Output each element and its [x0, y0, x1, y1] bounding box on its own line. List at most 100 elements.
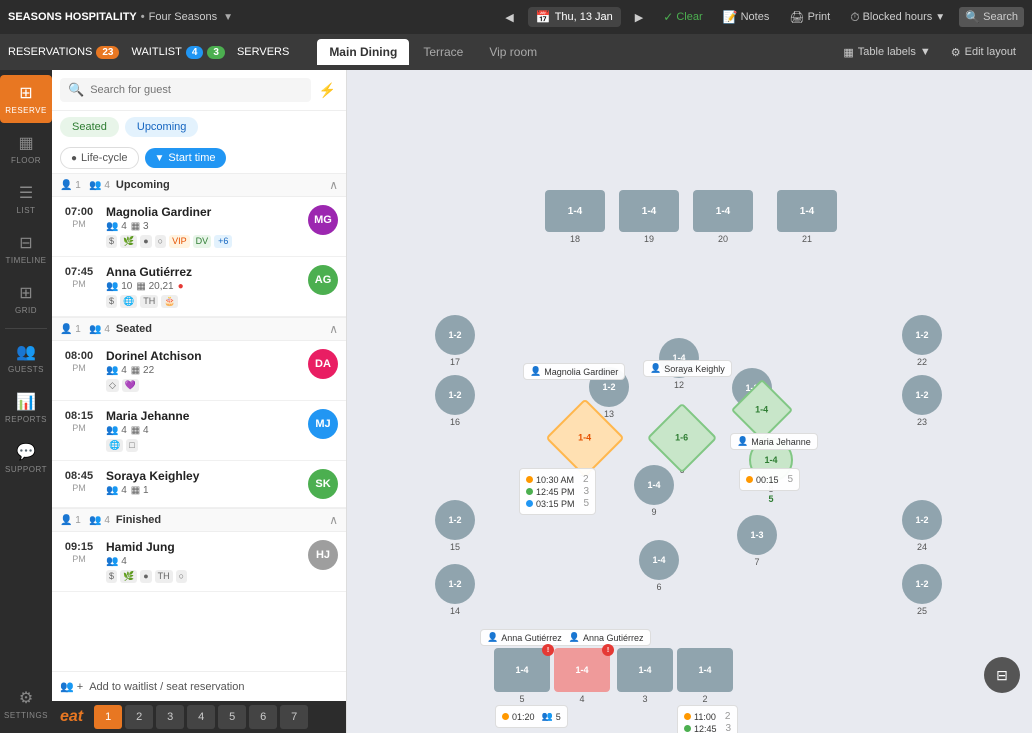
search-btn[interactable]: 🔍 Search: [959, 7, 1024, 27]
brand-season: Four Seasons: [149, 11, 217, 23]
page-5-btn[interactable]: 5: [218, 705, 246, 729]
tab-terrace[interactable]: Terrace: [411, 39, 475, 65]
res-meta: 👥 10 ▦ 20,21 ●: [106, 281, 300, 292]
finished-collapse-btn[interactable]: ∧: [329, 513, 338, 527]
notes-btn[interactable]: 📝 Notes: [717, 7, 776, 27]
search-input[interactable]: [90, 84, 302, 96]
search-icon: 🔍: [68, 82, 84, 98]
brand: SEASONS HOSPITALITY • Four Seasons ▼: [8, 11, 233, 23]
table-18[interactable]: 1-4 18: [545, 190, 605, 244]
time-dot-green: [526, 488, 533, 495]
sidebar-item-reserve[interactable]: ⊞ RESERVE: [0, 75, 52, 123]
lifecycle-btn[interactable]: ● Life-cycle: [60, 147, 139, 169]
sidebar-item-grid[interactable]: ⊞ GRID: [0, 275, 52, 323]
reservations-badge: RESERVATIONS 23: [8, 46, 119, 59]
res-item-maria[interactable]: 08:15 PM Maria Jehanne 👥 4 ▦ 4 🌐 □ MJ: [52, 401, 346, 461]
res-time: 08:00 PM: [60, 349, 98, 392]
table-19[interactable]: 1-4 19: [619, 190, 679, 244]
clock-icon: ▼: [155, 153, 165, 164]
page-3-btn[interactable]: 3: [156, 705, 184, 729]
reservation-list: 👤 1 👥 4 Upcoming ∧ 07:00 PM Magnolia Gar…: [52, 173, 346, 671]
upcoming-collapse-btn[interactable]: ∧: [329, 178, 338, 192]
clear-btn[interactable]: ✓ Clear: [657, 7, 708, 27]
res-item-soraya[interactable]: 08:45 PM Soraya Keighley 👥 4 ▦ 1 SK: [52, 461, 346, 508]
res-item-hamid[interactable]: 09:15 PM Hamid Jung 👥 4 $ 🌿 ● TH ○: [52, 532, 346, 592]
sidebar-divider: [5, 328, 47, 329]
time-info-box-4: 11:00 2 12:45 3 15:30 5: [677, 705, 738, 733]
add-waitlist-btn[interactable]: 👥 + Add to waitlist / seat reservation: [52, 671, 346, 701]
prev-date-btn[interactable]: ◀: [499, 8, 519, 27]
page-6-btn[interactable]: 6: [249, 705, 277, 729]
table-20[interactable]: 1-4 20: [693, 190, 753, 244]
date-btn[interactable]: 📅 Thu, 13 Jan: [528, 7, 621, 27]
anna-label: 👤 Anna Gutiérrez 👤 Anna Gutiérrez: [480, 629, 651, 646]
table-11b-diamond[interactable]: 1-4: [740, 388, 784, 432]
res-name: Anna Gutiérrez: [106, 265, 300, 279]
edit-layout-btn[interactable]: ⚙ Edit layout: [943, 42, 1024, 63]
table-6[interactable]: 1-4 6: [639, 540, 679, 592]
next-date-btn[interactable]: ▶: [629, 8, 649, 27]
table-12[interactable]: 1-4 12: [659, 338, 699, 390]
table-7[interactable]: 1-3 7: [737, 515, 777, 567]
sidebar-item-floor[interactable]: ▦ FLOOR: [0, 125, 52, 173]
avatar-magnolia: MG: [308, 205, 338, 235]
table-4[interactable]: 1-4 ! 4: [554, 648, 610, 704]
sidebar-item-list[interactable]: ☰ LIST: [0, 175, 52, 223]
res-meta: 👥 4 ▦ 3: [106, 221, 300, 232]
action-icon: ⊟: [996, 667, 1008, 684]
start-time-btn[interactable]: ▼ Start time: [145, 148, 226, 168]
table-21[interactable]: 1-4 21: [777, 190, 837, 244]
page-4-btn[interactable]: 4: [187, 705, 215, 729]
sidebar-item-timeline[interactable]: ⊟ TIMELINE: [0, 225, 52, 273]
floor-plan: 1-4 18 1-4 19 1-4 20 1-4 21: [347, 70, 1032, 733]
page-7-btn[interactable]: 7: [280, 705, 308, 729]
sidebar-item-guests[interactable]: 👥 GUESTS: [0, 334, 52, 382]
res-item-magnolia[interactable]: 07:00 PM Magnolia Gardiner 👥 4 ▦ 3 $ 🌿 ●…: [52, 197, 346, 257]
left-panel-header: 🔍 ⚡: [52, 70, 346, 111]
res-item-anna[interactable]: 07:45 PM Anna Gutiérrez 👥 10 ▦ 20,21 ● $…: [52, 257, 346, 317]
add-icon: 👥 +: [60, 680, 83, 693]
chevron-down-icon: ▼: [935, 12, 945, 23]
page-2-btn[interactable]: 2: [125, 705, 153, 729]
print-btn[interactable]: 🖨 Print: [783, 7, 836, 27]
search-box[interactable]: 🔍: [60, 78, 311, 102]
waitlist-count: 4: [186, 46, 204, 59]
time-info-box-1: 10:30 AM 2 12:45 PM 3 03:15 PM 5: [519, 468, 596, 515]
table-23[interactable]: 1-2 23: [902, 375, 942, 427]
page-1-btn[interactable]: 1: [94, 705, 122, 729]
seated-collapse-btn[interactable]: ∧: [329, 322, 338, 336]
sidebar-item-support[interactable]: 💬 SUPPORT: [0, 434, 52, 482]
reports-icon: 📊: [16, 392, 36, 412]
tab-vip-room[interactable]: Vip room: [477, 39, 549, 65]
res-body: Magnolia Gardiner 👥 4 ▦ 3 $ 🌿 ● ○ VIP DV…: [106, 205, 300, 248]
timeline-icon: ⊟: [19, 233, 32, 253]
floor-action-btn[interactable]: ⊟: [984, 657, 1020, 693]
upcoming-tab[interactable]: Upcoming: [125, 117, 199, 137]
table-6b[interactable]: 1-6 6: [657, 413, 707, 475]
filter-btn[interactable]: ⚡: [317, 80, 338, 101]
seated-section-header: 👤 1 👥 4 Seated ∧: [52, 317, 346, 341]
blocked-hours-btn[interactable]: ⏱ Blocked hours ▼: [844, 7, 951, 28]
res-meta: 👥 4 ▦ 1: [106, 485, 300, 496]
table-17[interactable]: 1-2 17: [435, 315, 475, 367]
res-item-dorinel[interactable]: 08:00 PM Dorinel Atchison 👥 4 ▦ 22 ◇ 💜 D…: [52, 341, 346, 401]
floor-icon: ▦: [18, 133, 33, 153]
tab-main-dining[interactable]: Main Dining: [317, 39, 409, 65]
table-2[interactable]: 1-4 2: [677, 648, 733, 704]
table-22[interactable]: 1-2 22: [902, 315, 942, 367]
table-24[interactable]: 1-2 24: [902, 500, 942, 552]
table-16[interactable]: 1-2 16: [435, 375, 475, 427]
table-14[interactable]: 1-2 14: [435, 564, 475, 616]
sidebar-item-reports[interactable]: 📊 Reports: [0, 384, 52, 432]
sidebar-item-settings[interactable]: ⚙ SETTINGS: [0, 680, 52, 728]
table-15[interactable]: 1-2 15: [435, 500, 475, 552]
res-meta: 👥 4 ▦ 22: [106, 365, 300, 376]
seated-tab[interactable]: Seated: [60, 117, 119, 137]
time-dot-blue: [526, 500, 533, 507]
table-5[interactable]: 1-4 ! 5: [494, 648, 550, 704]
table-3[interactable]: 1-4 3: [617, 648, 673, 704]
res-body: Maria Jehanne 👥 4 ▦ 4 🌐 □: [106, 409, 300, 452]
table-labels-btn[interactable]: ▦ Table labels ▼: [843, 46, 930, 59]
table-25[interactable]: 1-2 25: [902, 564, 942, 616]
lifecycle-icon: ●: [71, 153, 77, 164]
